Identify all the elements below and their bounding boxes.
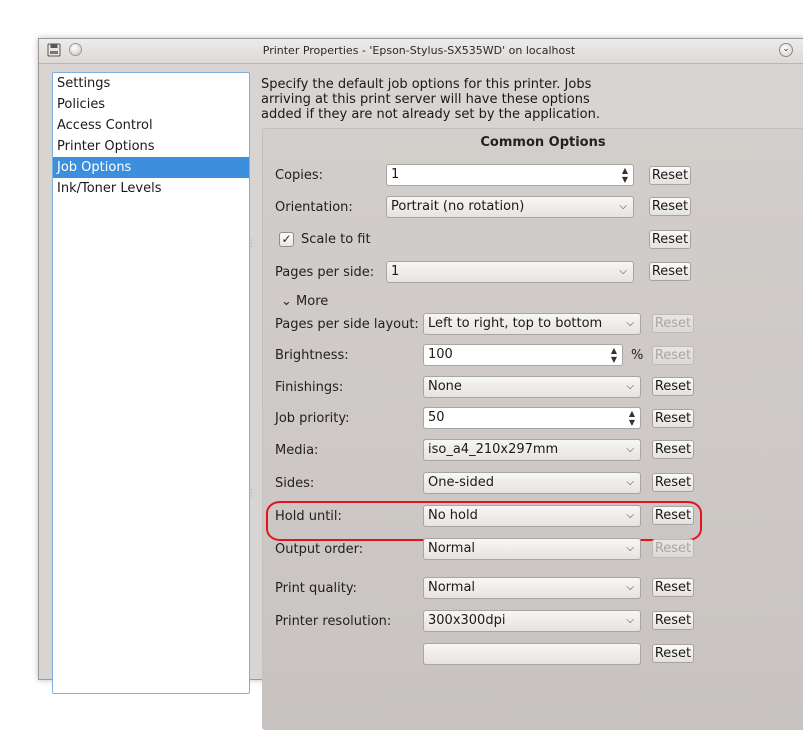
- window-menu-icon[interactable]: ⌄: [779, 43, 793, 57]
- chevron-down-icon: ⌵: [626, 543, 634, 554]
- chevron-down-icon: ⌄: [281, 294, 292, 309]
- printer-resolution-reset-button[interactable]: Reset: [652, 611, 694, 630]
- common-options-group: Common Options Copies: 1 ▲ ▼ Reset Orient…: [262, 128, 803, 730]
- hold-until-value: No hold: [428, 508, 478, 523]
- pages-per-side-layout-select[interactable]: Left to right, top to bottom ⌵: [423, 313, 641, 335]
- output-order-select[interactable]: Normal ⌵: [423, 538, 641, 560]
- media-select[interactable]: iso_a4_210x297mm ⌵: [423, 439, 641, 461]
- media-reset-button[interactable]: Reset: [652, 440, 694, 459]
- job-priority-label: Job priority:: [275, 411, 350, 426]
- next-option-select[interactable]: [423, 643, 641, 665]
- pages-per-side-value: 1: [391, 264, 400, 279]
- pages-per-side-layout-label: Pages per side layout:: [275, 317, 419, 332]
- pages-per-side-select[interactable]: 1 ⌵: [386, 261, 634, 283]
- chevron-down-icon: ⌵: [626, 477, 634, 488]
- finishings-select[interactable]: None ⌵: [423, 376, 641, 398]
- brightness-spinbox[interactable]: 100 ▲ ▼: [423, 344, 623, 366]
- output-order-reset-button[interactable]: Reset: [652, 539, 694, 558]
- print-quality-value: Normal: [428, 580, 476, 595]
- sidebar-item-settings[interactable]: Settings: [53, 73, 249, 94]
- sidebar-item-job-options[interactable]: Job Options: [53, 157, 249, 178]
- job-priority-reset-button[interactable]: Reset: [652, 409, 694, 428]
- more-expander[interactable]: ⌄ More: [281, 294, 328, 309]
- hold-until-reset-button[interactable]: Reset: [652, 506, 694, 525]
- media-value: iso_a4_210x297mm: [428, 442, 559, 457]
- spin-arrows-icon[interactable]: ▲ ▼: [629, 409, 635, 427]
- chevron-down-icon: ⌵: [626, 510, 634, 521]
- orientation-select[interactable]: Portrait (no rotation) ⌵: [386, 196, 634, 218]
- sides-reset-button[interactable]: Reset: [652, 473, 694, 492]
- chevron-down-icon: ⌵: [626, 318, 634, 329]
- finishings-label: Finishings:: [275, 380, 344, 395]
- scale-to-fit-checkbox[interactable]: ✓: [279, 232, 294, 247]
- sidebar-item-ink-toner-levels[interactable]: Ink/Toner Levels: [53, 178, 249, 199]
- splitter-grip[interactable]: · · ·: [250, 487, 254, 501]
- spin-arrows-icon[interactable]: ▲ ▼: [622, 166, 628, 184]
- splitter-grip[interactable]: · · ·: [250, 237, 254, 251]
- print-quality-label: Print quality:: [275, 581, 357, 596]
- next-option-reset-button[interactable]: Reset: [652, 644, 694, 663]
- brightness-reset-button[interactable]: Reset: [652, 346, 694, 365]
- output-order-value: Normal: [428, 541, 476, 556]
- job-priority-value: 50: [428, 410, 445, 425]
- chevron-down-icon: ⌵: [626, 615, 634, 626]
- printer-properties-window: Printer Properties - 'Epson-Stylus-SX535…: [38, 38, 803, 730]
- finishings-value: None: [428, 379, 462, 394]
- more-label: More: [296, 294, 329, 309]
- chevron-down-icon: ⌵: [626, 582, 634, 593]
- printer-resolution-value: 300x300dpi: [428, 613, 506, 628]
- title-bar[interactable]: Printer Properties - 'Epson-Stylus-SX535…: [39, 39, 803, 64]
- scale-to-fit-label[interactable]: Scale to fit: [301, 232, 371, 247]
- sides-select[interactable]: One-sided ⌵: [423, 472, 641, 494]
- sidebar-item-printer-options[interactable]: Printer Options: [53, 136, 249, 157]
- sidebar: Settings Policies Access Control Printer…: [52, 72, 250, 694]
- copies-label: Copies:: [275, 168, 324, 183]
- job-priority-spinbox[interactable]: 50 ▲ ▼: [423, 407, 641, 429]
- sides-label: Sides:: [275, 476, 315, 491]
- scale-to-fit-reset-button[interactable]: Reset: [649, 230, 691, 249]
- job-options-description: Specify the default job options for this…: [261, 77, 600, 122]
- orientation-reset-button[interactable]: Reset: [649, 197, 691, 216]
- printer-resolution-select[interactable]: 300x300dpi ⌵: [423, 610, 641, 632]
- common-options-title: Common Options: [480, 135, 606, 150]
- brightness-label: Brightness:: [275, 348, 349, 363]
- print-quality-select[interactable]: Normal ⌵: [423, 577, 641, 599]
- sidebar-item-policies[interactable]: Policies: [53, 94, 249, 115]
- hold-until-select[interactable]: No hold ⌵: [423, 505, 641, 527]
- chevron-down-icon: ⌵: [626, 381, 634, 392]
- pages-per-side-layout-value: Left to right, top to bottom: [428, 316, 603, 331]
- brightness-unit: %: [631, 348, 644, 363]
- window-title: Printer Properties - 'Epson-Stylus-SX535…: [262, 44, 576, 57]
- orientation-label: Orientation:: [275, 200, 353, 215]
- pages-per-side-reset-button[interactable]: Reset: [649, 262, 691, 281]
- chevron-down-icon: ⌵: [626, 444, 634, 455]
- brightness-value: 100: [428, 347, 453, 362]
- media-label: Media:: [275, 443, 319, 458]
- copies-value: 1: [391, 167, 400, 182]
- chevron-down-icon: ⌵: [619, 266, 627, 277]
- printer-resolution-label: Printer resolution:: [275, 614, 392, 629]
- copies-spinbox[interactable]: 1 ▲ ▼: [386, 164, 634, 186]
- orientation-value: Portrait (no rotation): [391, 199, 525, 214]
- pages-per-side-layout-reset-button[interactable]: Reset: [652, 314, 694, 333]
- pages-per-side-label: Pages per side:: [275, 265, 375, 280]
- sidebar-item-access-control[interactable]: Access Control: [53, 115, 249, 136]
- print-quality-reset-button[interactable]: Reset: [652, 578, 694, 597]
- hold-until-label: Hold until:: [275, 509, 342, 524]
- spin-arrows-icon[interactable]: ▲ ▼: [611, 346, 617, 364]
- sides-value: One-sided: [428, 475, 495, 490]
- copies-reset-button[interactable]: Reset: [649, 166, 691, 185]
- finishings-reset-button[interactable]: Reset: [652, 377, 694, 396]
- chevron-down-icon: ⌵: [619, 201, 627, 212]
- output-order-label: Output order:: [275, 542, 364, 557]
